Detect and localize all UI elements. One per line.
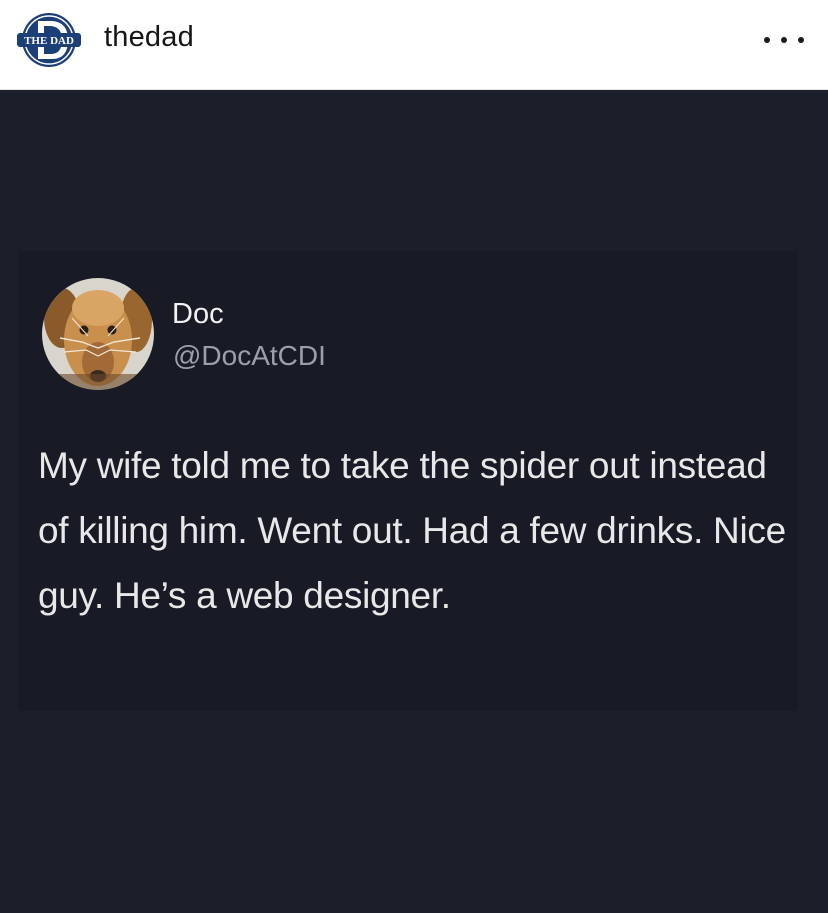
post-image[interactable]: Doc @DocAtCDI My wife told me to take th… — [0, 91, 828, 913]
more-options-button[interactable] — [764, 30, 804, 50]
tweet-avatar — [42, 278, 154, 390]
brand-avatar[interactable]: THE DAD — [14, 12, 84, 68]
tweet-card: Doc @DocAtCDI My wife told me to take th… — [18, 251, 798, 711]
dog-avatar-icon — [42, 278, 154, 390]
post-header: THE DAD thedad — [0, 0, 828, 90]
more-horizontal-icon — [764, 37, 770, 43]
tweet-display-name: Doc — [172, 298, 224, 330]
tweet-text: My wife told me to take the spider out i… — [38, 445, 786, 616]
tweet-handle: @DocAtCDI — [173, 340, 326, 371]
the-dad-logo: THE DAD — [17, 13, 81, 67]
more-horizontal-icon-dot — [781, 37, 787, 43]
more-horizontal-icon-dot — [798, 37, 804, 43]
account-username[interactable]: thedad — [104, 21, 194, 54]
svg-text:THE DAD: THE DAD — [24, 35, 74, 47]
